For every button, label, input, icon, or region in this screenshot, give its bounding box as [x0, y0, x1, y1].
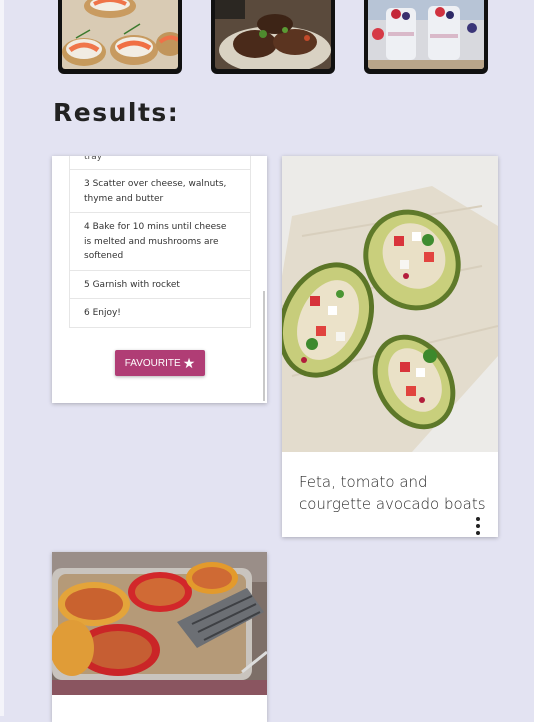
thumbnail-image	[215, 0, 331, 69]
thumbnail-image	[368, 0, 484, 69]
star-icon: ★	[182, 355, 196, 371]
recipe-image	[282, 156, 498, 452]
recipe-card[interactable]	[52, 552, 267, 722]
more-vert-icon[interactable]	[474, 517, 482, 535]
scrollbar[interactable]	[263, 291, 265, 401]
list-item: 3 Scatter over cheese, walnuts, thyme an…	[70, 169, 250, 212]
thumbnail-grilled-meat[interactable]	[211, 0, 335, 74]
favourite-label: FAVOURITE	[124, 357, 181, 369]
steps-list[interactable]: tray 3 Scatter over cheese, walnuts, thy…	[69, 156, 251, 328]
results-heading: Results:	[53, 98, 180, 127]
thumbnail-berry-parfait[interactable]	[364, 0, 488, 74]
left-edge	[0, 0, 4, 716]
recipe-title[interactable]: Feta, tomato and courgette avocado boats	[299, 471, 489, 515]
list-item: 4 Bake for 10 mins until cheese is melte…	[70, 212, 250, 270]
thumbnail-salmon-canapes[interactable]	[58, 0, 182, 74]
list-item: 6 Enjoy!	[70, 298, 250, 327]
recipe-image	[52, 552, 267, 695]
thumbnail-image	[62, 0, 178, 69]
list-item: 5 Garnish with rocket	[70, 269, 250, 299]
recipe-card[interactable]: Feta, tomato and courgette avocado boats	[282, 156, 498, 537]
list-item: tray	[70, 156, 250, 169]
favourite-button[interactable]: FAVOURITE ★	[115, 350, 205, 376]
recipe-steps-card: tray 3 Scatter over cheese, walnuts, thy…	[52, 156, 267, 403]
